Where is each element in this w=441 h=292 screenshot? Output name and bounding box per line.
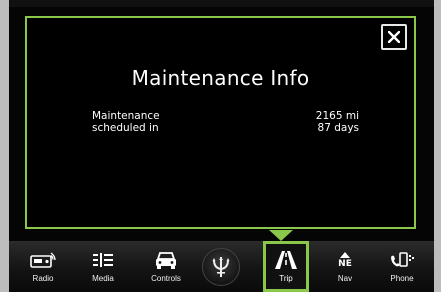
maintenance-label: Maintenance scheduled in — [92, 110, 212, 134]
maintenance-values: 2165 mi 87 days — [239, 110, 359, 134]
nav-item-nav[interactable]: NE Nav — [325, 241, 365, 292]
nav-item-media[interactable]: Media — [83, 241, 123, 292]
nav-label-trip: Trip — [279, 274, 293, 283]
compass-ne-icon: NE — [327, 249, 363, 271]
nav-label-media: Media — [92, 274, 114, 283]
media-icon — [85, 249, 121, 271]
nav-label-radio: Radio — [32, 274, 54, 283]
maintenance-label-line1: Maintenance — [92, 110, 160, 122]
nav-item-trip[interactable]: Trip — [263, 241, 309, 292]
phone-icon — [384, 249, 420, 271]
trident-logo-icon — [202, 247, 240, 286]
close-icon — [388, 31, 400, 43]
car-icon — [148, 249, 184, 271]
radio-icon — [25, 249, 61, 271]
nav-label-phone: Phone — [390, 274, 414, 283]
nav-item-controls[interactable]: Controls — [143, 241, 189, 292]
maintenance-miles: 2165 mi — [315, 110, 359, 122]
compass-heading: NE — [338, 258, 352, 269]
nav-item-radio[interactable]: Radio — [23, 241, 63, 292]
close-button[interactable] — [381, 24, 407, 50]
maintenance-info-popup: Maintenance Info Maintenance scheduled i… — [25, 16, 416, 229]
maintenance-label-line2: scheduled in — [92, 122, 159, 134]
status-strip — [9, 0, 434, 7]
trip-road-icon — [268, 249, 304, 271]
brand-logo-button[interactable] — [201, 241, 241, 292]
nav-label-nav: Nav — [337, 274, 353, 283]
active-tab-pointer — [269, 230, 293, 241]
nav-item-phone[interactable]: Phone — [382, 241, 422, 292]
maintenance-days: 87 days — [317, 122, 359, 134]
nav-label-controls: Controls — [151, 274, 181, 283]
popup-title: Maintenance Info — [131, 66, 310, 90]
